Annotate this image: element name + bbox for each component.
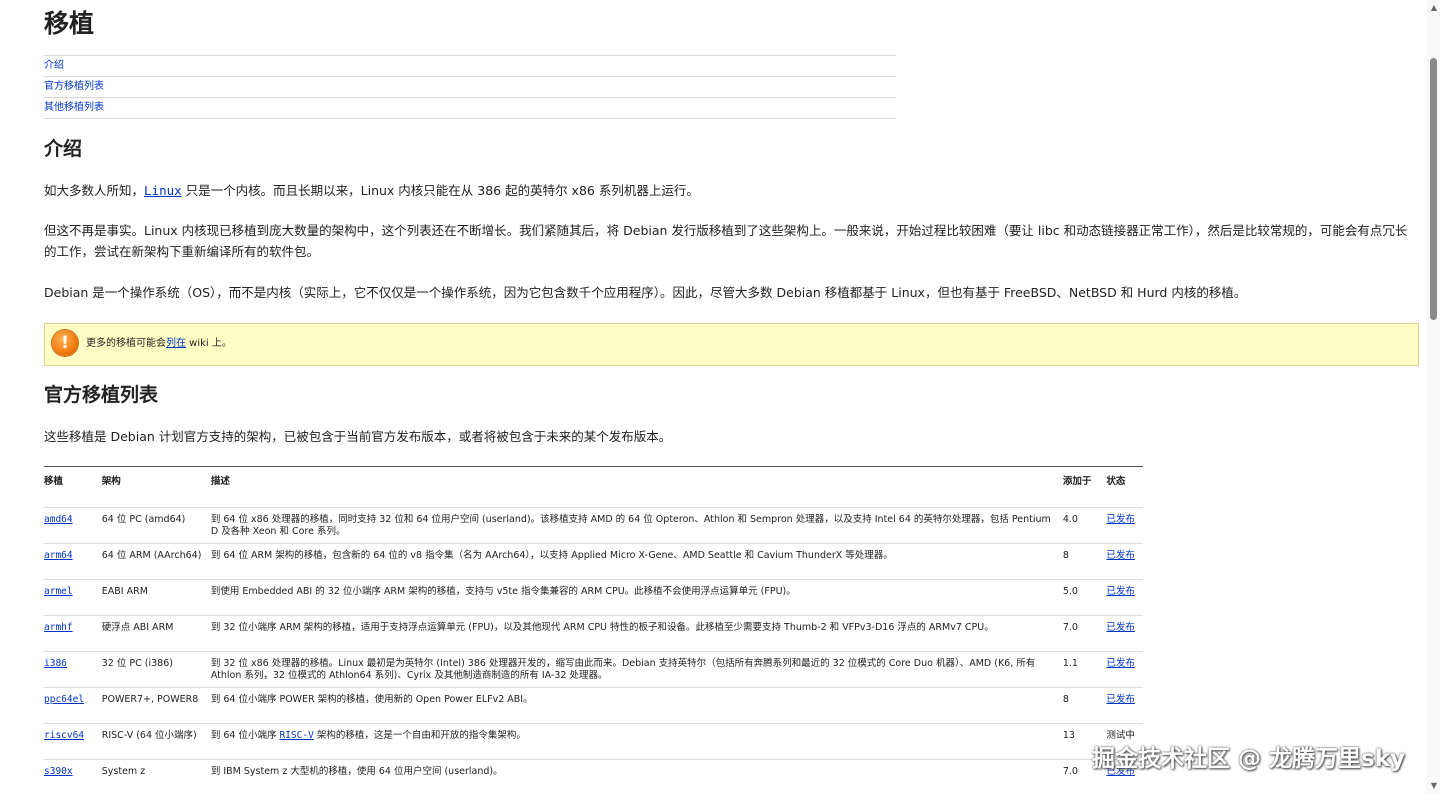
added-cell: 5.0: [1063, 580, 1107, 616]
desc-cell: 到使用 Embedded ABI 的 32 位小端序 ARM 架构的移植，支持与…: [211, 580, 1063, 616]
table-row: s390x System z 到 IBM System z 大型机的移植，使用 …: [44, 760, 1143, 795]
arch-cell: EABI ARM: [102, 580, 211, 616]
port-link-armel[interactable]: armel: [44, 586, 73, 597]
table-of-contents: 介绍 官方移植列表 其他移植列表: [44, 55, 896, 119]
column-header-status: 状态: [1106, 467, 1143, 508]
table-header-row: 移植 架构 描述 添加于 状态: [44, 467, 1143, 508]
port-link-ppc64el[interactable]: ppc64el: [44, 694, 84, 705]
toc-link-official[interactable]: 官方移植列表: [44, 81, 104, 92]
status-link[interactable]: 已发布: [1106, 658, 1135, 669]
warning-icon: !: [52, 330, 78, 356]
desc-cell: 到 32 位小端序 ARM 架构的移植，适用于支持浮点运算单元 (FPU)，以及…: [211, 616, 1063, 652]
scroll-up-icon[interactable]: ▲: [1431, 3, 1437, 12]
ports-table: 移植 架构 描述 添加于 状态 amd64 64 位 PC (amd64) 到 …: [44, 466, 1143, 795]
intro-paragraph-2: 但这不再是事实。Linux 内核现已移植到庞大数量的架构中，这个列表还在不断增长…: [44, 220, 1414, 262]
column-header-port: 移植: [44, 467, 102, 508]
arch-cell: System z: [102, 760, 211, 795]
desc-cell: 到 64 位小端序 RISC-V 架构的移植，这是一个自由和开放的指令集架构。: [211, 724, 1063, 760]
arch-cell: POWER7+, POWER8: [102, 688, 211, 724]
desc-cell: 到 32 位 x86 处理器的移植。Linux 最初是为英特尔 (Intel) …: [211, 652, 1063, 688]
table-row: amd64 64 位 PC (amd64) 到 64 位 x86 处理器的移植，…: [44, 508, 1143, 544]
column-header-arch: 架构: [102, 467, 211, 508]
toc-link-other[interactable]: 其他移植列表: [44, 102, 104, 113]
desc-cell: 到 64 位小端序 POWER 架构的移植，使用新的 Open Power EL…: [211, 688, 1063, 724]
port-link-riscv64[interactable]: riscv64: [44, 730, 84, 741]
desc-cell: 到 IBM System z 大型机的移植，使用 64 位用户空间 (userl…: [211, 760, 1063, 795]
warning-text: 更多的移植可能会列在 wiki 上。: [86, 337, 232, 351]
table-row: riscv64 RISC-V (64 位小端序) 到 64 位小端序 RISC-…: [44, 724, 1143, 760]
added-cell: 8: [1063, 544, 1107, 580]
table-row: i386 32 位 PC (i386) 到 32 位 x86 处理器的移植。Li…: [44, 652, 1143, 688]
table-row: ppc64el POWER7+, POWER8 到 64 位小端序 POWER …: [44, 688, 1143, 724]
warning-box: ! 更多的移植可能会列在 wiki 上。: [44, 323, 1419, 366]
section-heading-intro: 介绍: [44, 135, 82, 163]
table-row: armhf 硬浮点 ABI ARM 到 32 位小端序 ARM 架构的移植，适用…: [44, 616, 1143, 652]
scrollbar-thumb[interactable]: [1430, 58, 1437, 320]
port-link-arm64[interactable]: arm64: [44, 550, 73, 561]
table-row: arm64 64 位 ARM (AArch64) 到 64 位 ARM 架构的移…: [44, 544, 1143, 580]
arch-cell: 64 位 ARM (AArch64): [102, 544, 211, 580]
port-link-amd64[interactable]: amd64: [44, 514, 73, 525]
watermark-text: 掘金技术社区 @ 龙腾万里sky: [1092, 739, 1405, 773]
arch-cell: RISC-V (64 位小端序): [102, 724, 211, 760]
arch-cell: 硬浮点 ABI ARM: [102, 616, 211, 652]
linux-link[interactable]: Linux: [144, 183, 182, 198]
riscv-link[interactable]: RISC-V: [279, 730, 313, 741]
status-link[interactable]: 已发布: [1106, 550, 1135, 561]
intro-paragraph-1: 如大多数人所知，Linux 只是一个内核。而且长期以来，Linux 内核只能在从…: [44, 180, 1414, 201]
status-link[interactable]: 已发布: [1106, 622, 1135, 633]
column-header-desc: 描述: [211, 467, 1063, 508]
desc-cell: 到 64 位 ARM 架构的移植，包含新的 64 位的 v8 指令集（名为 AA…: [211, 544, 1063, 580]
table-row: armel EABI ARM 到使用 Embedded ABI 的 32 位小端…: [44, 580, 1143, 616]
added-cell: 8: [1063, 688, 1107, 724]
status-link[interactable]: 已发布: [1106, 694, 1135, 705]
status-link[interactable]: 已发布: [1106, 514, 1135, 525]
wiki-list-link[interactable]: 列在: [166, 338, 186, 349]
section-heading-official: 官方移植列表: [44, 381, 158, 409]
intro-paragraph-3: Debian 是一个操作系统（OS），而不是内核（实际上，它不仅仅是一个操作系统…: [44, 282, 1414, 303]
status-link[interactable]: 已发布: [1106, 586, 1135, 597]
toc-link-intro[interactable]: 介绍: [44, 60, 64, 71]
added-cell: 7.0: [1063, 616, 1107, 652]
arch-cell: 64 位 PC (amd64): [102, 508, 211, 544]
port-link-armhf[interactable]: armhf: [44, 622, 73, 633]
scroll-down-icon[interactable]: ▼: [1431, 781, 1437, 790]
added-cell: 4.0: [1063, 508, 1107, 544]
port-link-i386[interactable]: i386: [44, 658, 67, 669]
official-description: 这些移植是 Debian 计划官方支持的架构，已被包含于当前官方发布版本，或者将…: [44, 426, 1414, 447]
column-header-added: 添加于: [1063, 467, 1107, 508]
page-title: 移植: [44, 6, 94, 42]
port-link-s390x[interactable]: s390x: [44, 766, 73, 777]
added-cell: 1.1: [1063, 652, 1107, 688]
vertical-scrollbar[interactable]: ▲ ▼: [1426, 0, 1440, 793]
arch-cell: 32 位 PC (i386): [102, 652, 211, 688]
desc-cell: 到 64 位 x86 处理器的移植，同时支持 32 位和 64 位用户空间 (u…: [211, 508, 1063, 544]
